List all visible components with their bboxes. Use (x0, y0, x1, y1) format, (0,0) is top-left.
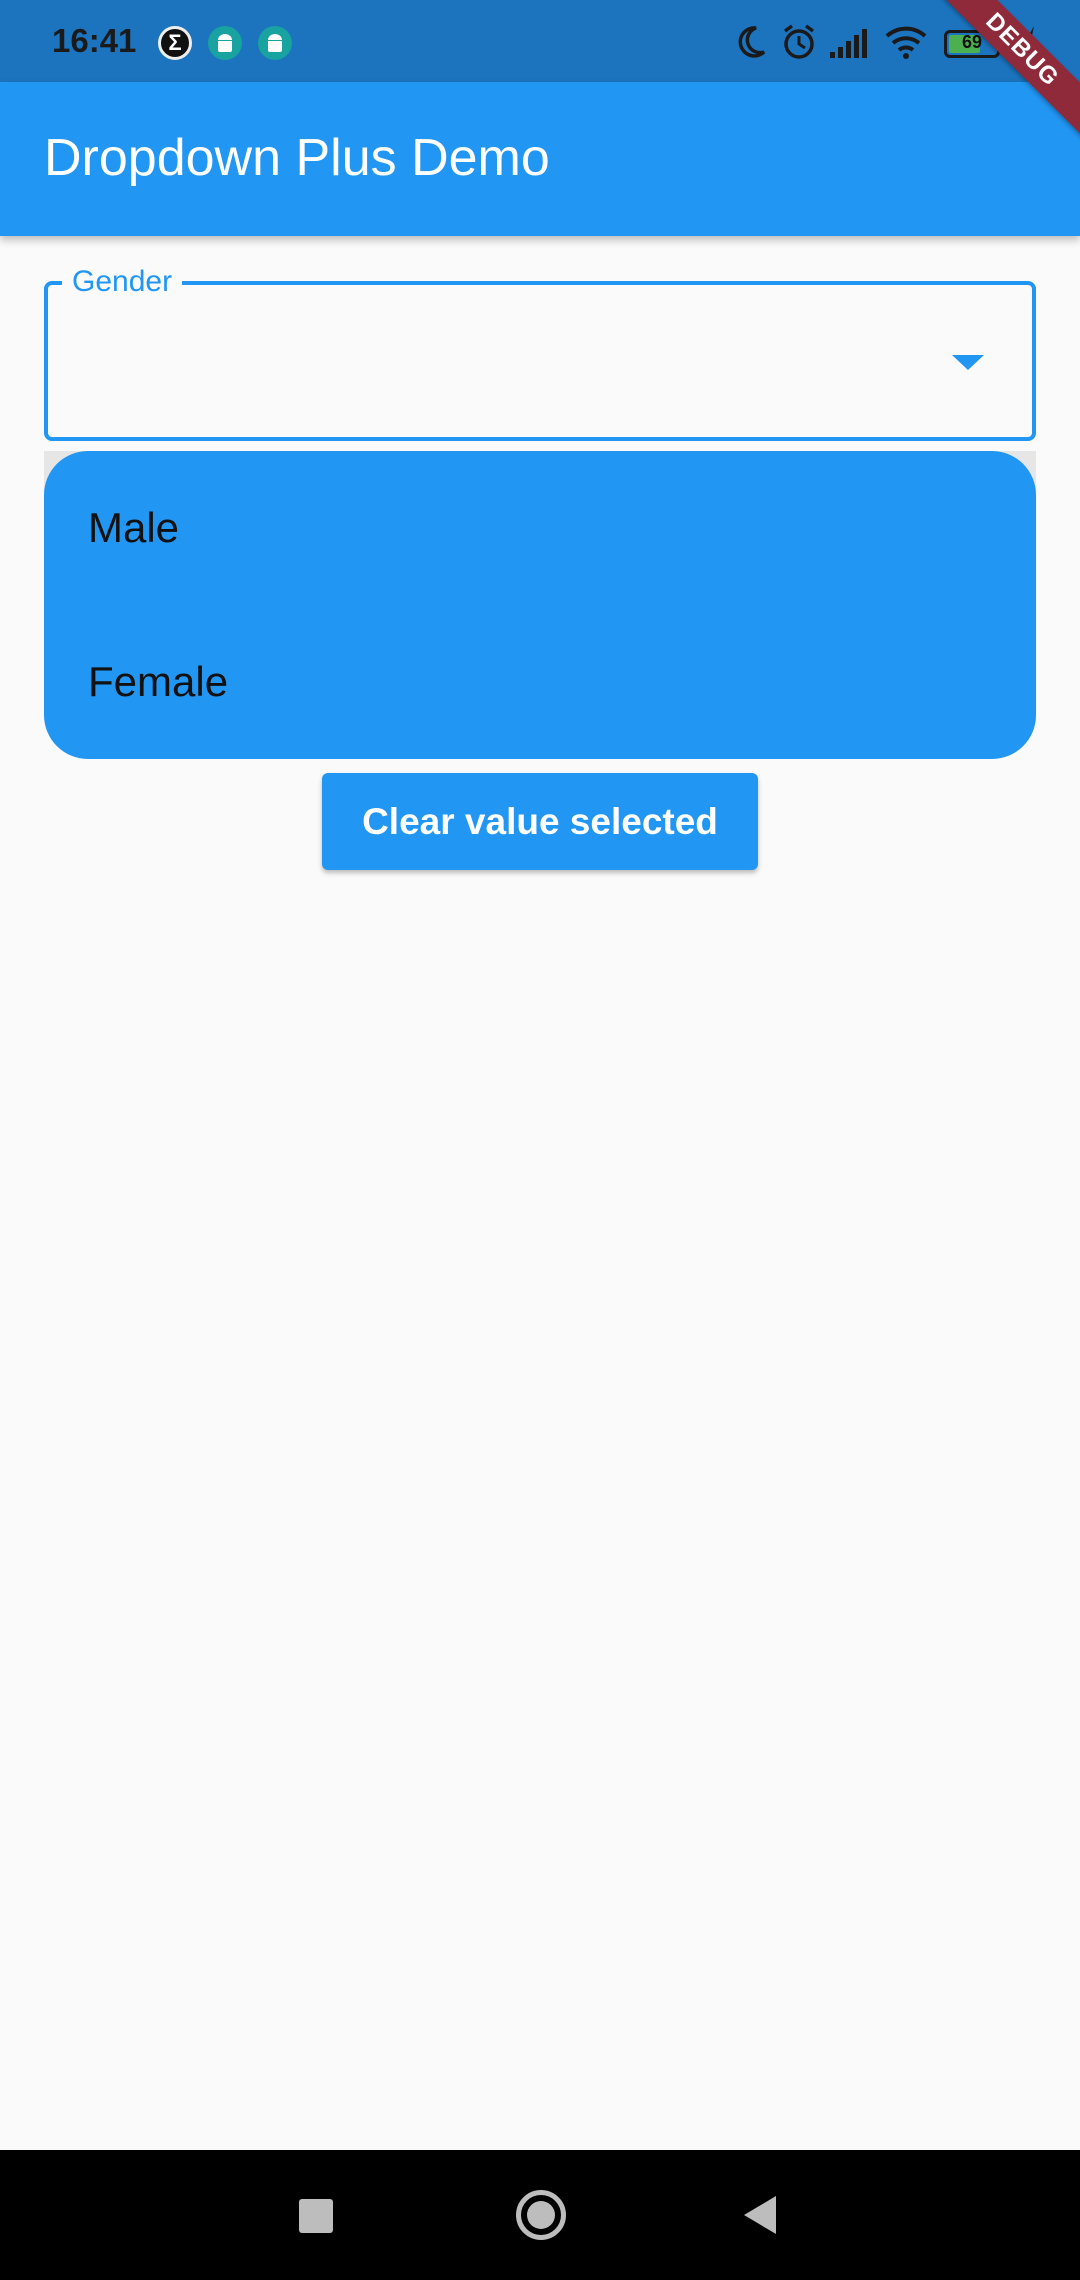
back-icon[interactable] (744, 2196, 776, 2234)
gender-options-menu: Male Female (44, 451, 1036, 759)
gender-label: Gender (62, 263, 183, 301)
moon-icon (738, 26, 766, 58)
wifi-icon (885, 26, 927, 59)
sigma-icon: Σ (158, 26, 192, 60)
home-icon-inner (527, 2201, 555, 2229)
screen: 16:41 Σ 69 DEBUG Dropdown Plus Demo Gend… (0, 0, 1080, 2280)
option-female[interactable]: Female (44, 605, 1036, 759)
navigation-bar (0, 2150, 1080, 2280)
status-bar: 16:41 Σ 69 (0, 0, 1080, 82)
gender-dropdown[interactable]: Gender (44, 263, 1036, 441)
home-icon[interactable] (516, 2190, 566, 2240)
status-time: 16:41 (52, 22, 137, 59)
app-title: Dropdown Plus Demo (44, 129, 550, 187)
alarm-icon (783, 24, 815, 59)
android-icon (258, 26, 292, 60)
dropdown-arrow-icon[interactable] (952, 355, 984, 370)
clear-value-button[interactable]: Clear value selected (322, 773, 758, 870)
recents-icon[interactable] (299, 2199, 333, 2233)
app-bar: Dropdown Plus Demo (0, 82, 1080, 236)
android-icon (208, 26, 242, 60)
signal-icon (830, 29, 867, 58)
option-male[interactable]: Male (44, 451, 1036, 605)
